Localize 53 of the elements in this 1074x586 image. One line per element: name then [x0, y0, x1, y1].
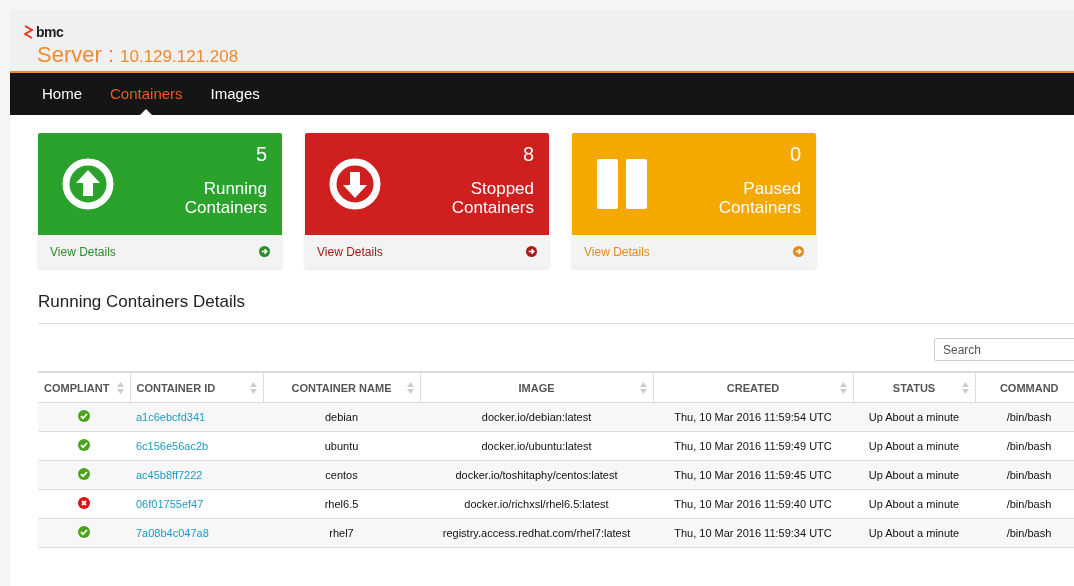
table-cell: /bin/bash	[975, 460, 1074, 490]
table-cell: docker.io/debian:latest	[420, 402, 653, 432]
table-cell: Thu, 10 Mar 2016 11:59:34 UTC	[653, 518, 853, 548]
table-cell: ubuntu	[263, 431, 420, 461]
table-cell: Thu, 10 Mar 2016 11:59:40 UTC	[653, 489, 853, 519]
sort-icon[interactable]	[249, 382, 257, 394]
card-title: Paused Containers	[717, 179, 801, 217]
arrow-right-circle-icon[interactable]	[526, 246, 537, 257]
table-cell: Up About a minute	[853, 489, 975, 519]
table-cell: centos	[263, 460, 420, 490]
pause-icon	[596, 158, 648, 210]
table-cell: docker.io/richxsl/rhel6.5:latest	[420, 489, 653, 519]
view-details-link[interactable]: View Details	[50, 244, 116, 259]
table-cell: /bin/bash	[975, 518, 1074, 548]
table-cell: Thu, 10 Mar 2016 11:59:45 UTC	[653, 460, 853, 490]
table-cell: docker.io/toshitaphy/centos:latest	[420, 460, 653, 490]
table-cell: Up About a minute	[853, 431, 975, 461]
table-cell: rhel7	[263, 518, 420, 548]
table-cell: Thu, 10 Mar 2016 11:59:49 UTC	[653, 431, 853, 461]
view-details-link[interactable]: View Details	[317, 244, 383, 259]
arrow-right-circle-icon[interactable]	[259, 246, 270, 257]
nav-tab[interactable]: Images	[196, 73, 274, 115]
server-label: Server :	[37, 42, 115, 68]
nav-tab[interactable]: Home	[28, 73, 96, 115]
sort-icon[interactable]	[639, 382, 647, 394]
table-cell: Thu, 10 Mar 2016 11:59:54 UTC	[653, 402, 853, 432]
card-count: 0	[789, 143, 801, 166]
logo-icon	[24, 25, 34, 39]
nav-tab[interactable]: Containers	[96, 73, 197, 115]
search-field[interactable]: Search	[934, 338, 1074, 361]
down-arrow-circle-icon	[329, 158, 381, 210]
sort-icon[interactable]	[839, 382, 847, 394]
table-cell: /bin/bash	[975, 402, 1074, 432]
logo-text: bmc	[36, 24, 64, 40]
table-cell: registry.access.redhat.com/rhel7:latest	[420, 518, 653, 548]
up-arrow-circle-icon	[62, 158, 114, 210]
card-title: Running Containers	[183, 179, 267, 217]
table-cell: Up About a minute	[853, 518, 975, 548]
card-count: 8	[522, 143, 534, 166]
sort-icon[interactable]	[116, 382, 124, 394]
table-cell: Up About a minute	[853, 402, 975, 432]
card-count: 5	[255, 143, 267, 166]
table-cell: /bin/bash	[975, 431, 1074, 461]
card-title: Stopped Containers	[450, 179, 534, 217]
server-address: 10.129.121.208	[120, 47, 239, 67]
table-cell: /bin/bash	[975, 489, 1074, 519]
table-cell: Up About a minute	[853, 460, 975, 490]
table-cell: rhel6.5	[263, 489, 420, 519]
table-cell: docker.io/ubuntu:latest	[420, 431, 653, 461]
sort-icon[interactable]	[406, 382, 414, 394]
table-cell: debian	[263, 402, 420, 432]
sort-icon[interactable]	[961, 382, 969, 394]
section-title: Running Containers Details	[38, 292, 1074, 324]
